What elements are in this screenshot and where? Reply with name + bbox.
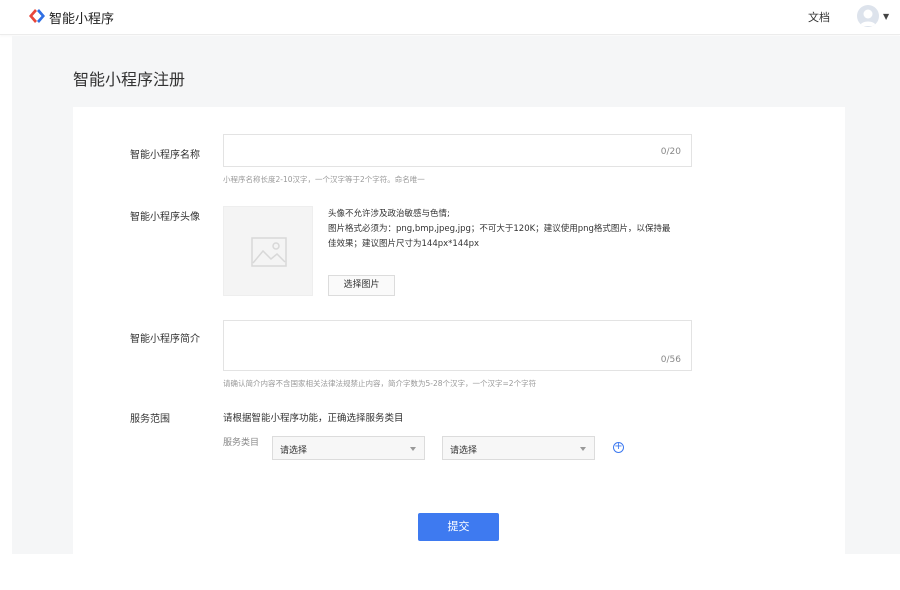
name-hint: 小程序名称长度2-10汉字，一个汉字等于2个字符。命名唯一 [223,175,425,184]
intro-hint: 请确认简介内容不含国家相关法律法规禁止内容，简介字数为5-28个汉字，一个汉字=… [223,379,537,388]
intro-textarea[interactable]: 0/56 [223,320,692,371]
category-select-secondary[interactable]: 请选择 [442,436,595,460]
choose-image-button[interactable]: 选择图片 [328,275,395,296]
avatar-rule-line: 佳效果；建议图片尺寸为144px*144px [328,239,480,249]
select-value: 请选择 [280,446,308,456]
name-counter: 0/20 [660,147,681,157]
avatar-rule-line: 头像不允许涉及政治敏感与色情; [328,209,450,219]
select-value: 请选择 [450,446,478,456]
submit-button[interactable]: 提交 [418,513,499,541]
service-label: 服务范围 [130,414,170,425]
docs-link[interactable]: 文档 [808,9,830,25]
avatar-preview [223,206,313,296]
brand-logo-icon[interactable] [28,8,46,24]
intro-counter: 0/56 [660,355,681,365]
name-label: 智能小程序名称 [130,150,200,161]
category-label: 服务类目 [223,438,260,448]
avatar-icon[interactable] [857,5,879,27]
category-select-primary[interactable]: 请选择 [272,436,425,460]
service-description: 请根据智能小程序功能，正确选择服务类目 [223,413,404,424]
image-placeholder-icon [251,237,287,267]
avatar-rules: 头像不允许涉及政治敏感与色情; 图片格式必须为：png,bmp,jpeg,jpg… [328,207,670,252]
add-circle-icon[interactable]: + [613,442,624,453]
top-navbar: 智能小程序 文档 ▼ [0,0,900,35]
chevron-down-icon [580,447,586,451]
avatar-label: 智能小程序头像 [130,212,200,223]
name-input[interactable]: 0/20 [223,134,692,167]
page-title: 智能小程序注册 [73,70,186,89]
intro-label: 智能小程序简介 [130,334,200,345]
caret-down-icon[interactable]: ▼ [883,12,889,21]
avatar-rule-line: 图片格式必须为：png,bmp,jpeg,jpg；不可大于120K；建议使用pn… [328,224,671,234]
app-name[interactable]: 智能小程序 [49,8,114,27]
chevron-down-icon [410,447,416,451]
